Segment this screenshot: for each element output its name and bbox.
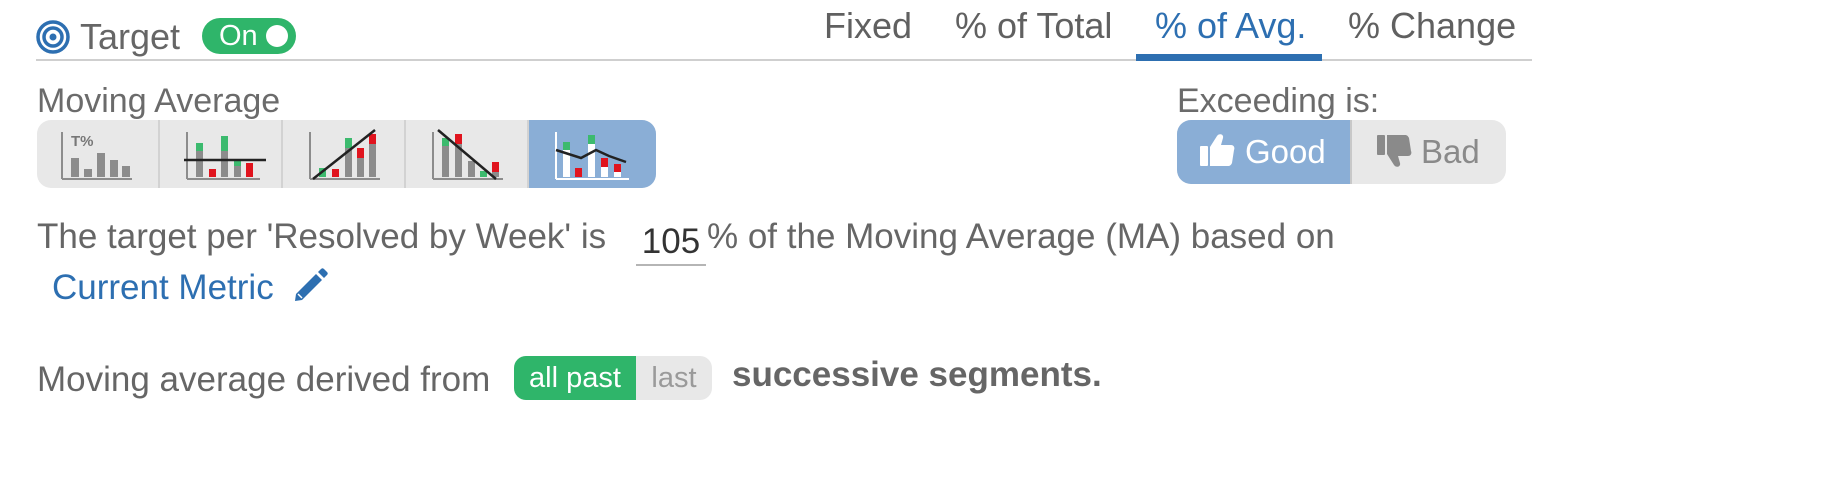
last-option[interactable]: last: [636, 356, 712, 400]
bad-label: Bad: [1421, 133, 1480, 170]
icon-caption: T%: [71, 133, 94, 150]
fixed-line-chart-icon: [184, 132, 266, 180]
exceeding-options: Good Bad: [1177, 120, 1506, 184]
moving-average-options: T%: [37, 120, 656, 188]
exceeding-good-button[interactable]: Good: [1177, 120, 1352, 184]
derivation-options: all past last: [514, 356, 712, 400]
target-icon: [36, 20, 70, 54]
ma-option-falling-trend[interactable]: [406, 120, 529, 188]
ma-option-percent-of-total[interactable]: T%: [37, 120, 160, 188]
toggle-knob: [266, 25, 288, 47]
derivation-suffix: successive segments.: [732, 355, 1102, 394]
percent-input[interactable]: [636, 220, 706, 266]
exceeding-label: Exceeding is:: [1177, 82, 1380, 120]
target-label: Target: [80, 16, 181, 57]
percent-of-total-chart-icon: T%: [61, 132, 132, 180]
target-sentence-suffix: % of the Moving Average (MA) based on: [707, 217, 1335, 256]
ma-option-fixed-line[interactable]: [160, 120, 283, 188]
good-label: Good: [1245, 133, 1326, 170]
falling-trend-chart-icon: [432, 129, 503, 180]
moving-average-chart-icon: [555, 132, 629, 180]
tab-fixed[interactable]: Fixed: [824, 5, 912, 61]
current-metric-link[interactable]: Current Metric: [52, 268, 274, 308]
rising-trend-chart-icon: [309, 129, 380, 180]
toggle-label: On: [219, 20, 258, 52]
all-past-option[interactable]: all past: [514, 356, 636, 400]
tab-percent-of-total[interactable]: % of Total: [955, 5, 1112, 61]
thumbs-up-icon: [1200, 134, 1235, 166]
target-sentence-prefix: The target per 'Resolved by Week' is: [37, 217, 607, 256]
tab-percent-of-avg[interactable]: % of Avg.: [1155, 5, 1306, 61]
derivation-prefix: Moving average derived from: [37, 360, 491, 399]
exceeding-bad-button[interactable]: Bad: [1352, 120, 1506, 184]
ma-option-rising-trend[interactable]: [283, 120, 406, 188]
thumbs-down-icon: [1377, 135, 1412, 167]
ma-option-moving-average[interactable]: [529, 120, 656, 188]
target-toggle[interactable]: On: [202, 18, 296, 54]
moving-average-title: Moving Average: [37, 82, 281, 120]
active-tab-indicator: [1136, 54, 1322, 61]
pencil-icon[interactable]: [292, 268, 328, 304]
tab-percent-change[interactable]: % Change: [1348, 5, 1516, 61]
